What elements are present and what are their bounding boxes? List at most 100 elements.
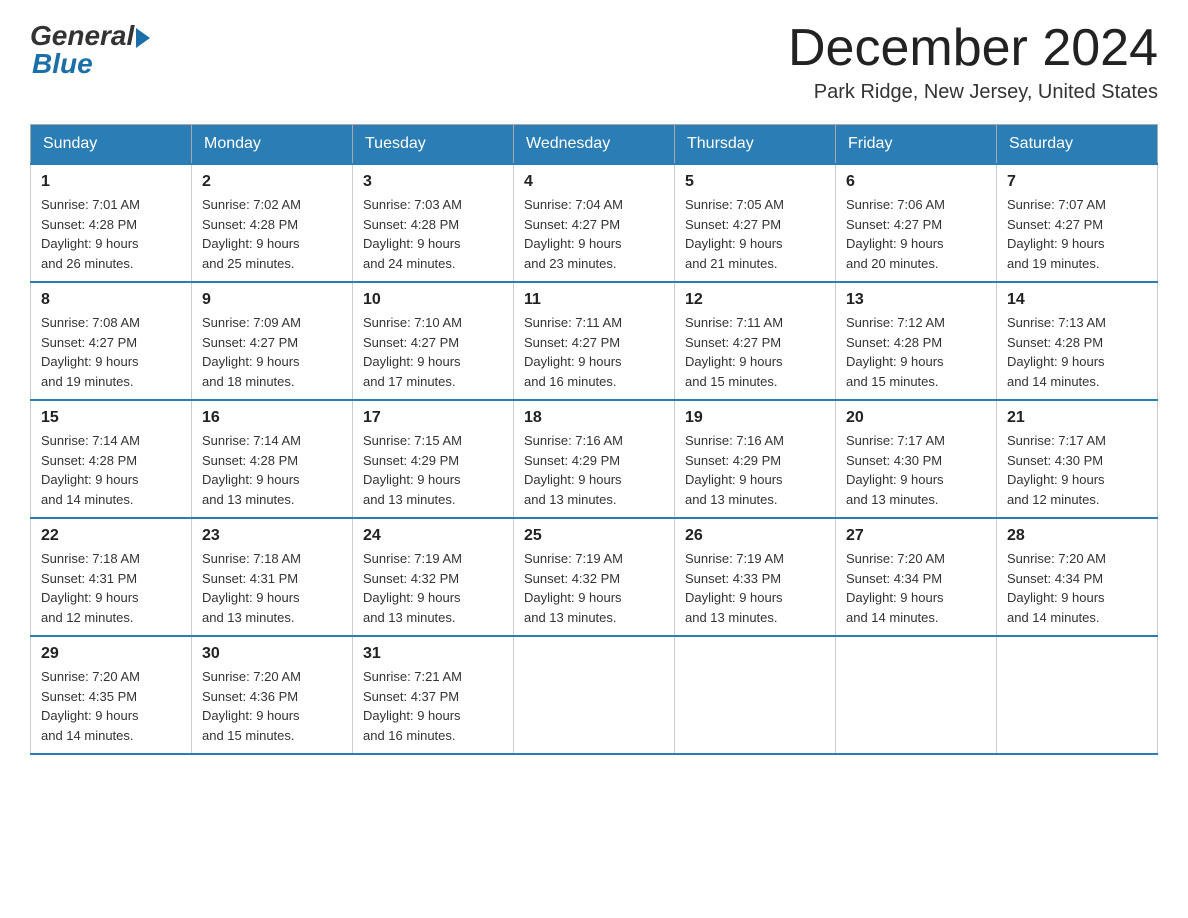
calendar-cell: 29 Sunrise: 7:20 AM Sunset: 4:35 PM Dayl… [31,636,192,754]
day-info: Sunrise: 7:14 AM Sunset: 4:28 PM Dayligh… [41,431,181,509]
day-info: Sunrise: 7:02 AM Sunset: 4:28 PM Dayligh… [202,195,342,273]
day-number: 17 [363,409,503,427]
day-number: 4 [524,173,664,191]
day-info: Sunrise: 7:07 AM Sunset: 4:27 PM Dayligh… [1007,195,1147,273]
day-info: Sunrise: 7:19 AM Sunset: 4:33 PM Dayligh… [685,549,825,627]
calendar-cell: 17 Sunrise: 7:15 AM Sunset: 4:29 PM Dayl… [353,400,514,518]
day-info: Sunrise: 7:14 AM Sunset: 4:28 PM Dayligh… [202,431,342,509]
calendar-cell: 12 Sunrise: 7:11 AM Sunset: 4:27 PM Dayl… [675,282,836,400]
col-header-wednesday: Wednesday [514,125,675,165]
calendar-cell: 26 Sunrise: 7:19 AM Sunset: 4:33 PM Dayl… [675,518,836,636]
day-info: Sunrise: 7:12 AM Sunset: 4:28 PM Dayligh… [846,313,986,391]
day-number: 30 [202,645,342,663]
calendar-cell: 10 Sunrise: 7:10 AM Sunset: 4:27 PM Dayl… [353,282,514,400]
day-info: Sunrise: 7:01 AM Sunset: 4:28 PM Dayligh… [41,195,181,273]
calendar-cell: 14 Sunrise: 7:13 AM Sunset: 4:28 PM Dayl… [997,282,1158,400]
day-number: 6 [846,173,986,191]
day-info: Sunrise: 7:11 AM Sunset: 4:27 PM Dayligh… [685,313,825,391]
day-info: Sunrise: 7:17 AM Sunset: 4:30 PM Dayligh… [1007,431,1147,509]
day-number: 14 [1007,291,1147,309]
day-number: 28 [1007,527,1147,545]
calendar-cell: 2 Sunrise: 7:02 AM Sunset: 4:28 PM Dayli… [192,164,353,282]
day-info: Sunrise: 7:20 AM Sunset: 4:34 PM Dayligh… [1007,549,1147,627]
col-header-thursday: Thursday [675,125,836,165]
day-number: 1 [41,173,181,191]
day-number: 31 [363,645,503,663]
day-info: Sunrise: 7:10 AM Sunset: 4:27 PM Dayligh… [363,313,503,391]
calendar-cell: 7 Sunrise: 7:07 AM Sunset: 4:27 PM Dayli… [997,164,1158,282]
calendar-cell [514,636,675,754]
calendar-cell: 31 Sunrise: 7:21 AM Sunset: 4:37 PM Dayl… [353,636,514,754]
day-number: 24 [363,527,503,545]
calendar-cell: 4 Sunrise: 7:04 AM Sunset: 4:27 PM Dayli… [514,164,675,282]
logo: General Blue [30,20,150,80]
calendar-cell: 23 Sunrise: 7:18 AM Sunset: 4:31 PM Dayl… [192,518,353,636]
day-info: Sunrise: 7:17 AM Sunset: 4:30 PM Dayligh… [846,431,986,509]
day-number: 3 [363,173,503,191]
day-number: 19 [685,409,825,427]
calendar-cell: 25 Sunrise: 7:19 AM Sunset: 4:32 PM Dayl… [514,518,675,636]
calendar-week-4: 22 Sunrise: 7:18 AM Sunset: 4:31 PM Dayl… [31,518,1158,636]
day-info: Sunrise: 7:16 AM Sunset: 4:29 PM Dayligh… [685,431,825,509]
day-number: 25 [524,527,664,545]
calendar-cell: 30 Sunrise: 7:20 AM Sunset: 4:36 PM Dayl… [192,636,353,754]
calendar-cell: 19 Sunrise: 7:16 AM Sunset: 4:29 PM Dayl… [675,400,836,518]
title-block: December 2024 Park Ridge, New Jersey, Un… [788,20,1158,104]
day-info: Sunrise: 7:21 AM Sunset: 4:37 PM Dayligh… [363,667,503,745]
day-info: Sunrise: 7:13 AM Sunset: 4:28 PM Dayligh… [1007,313,1147,391]
day-info: Sunrise: 7:06 AM Sunset: 4:27 PM Dayligh… [846,195,986,273]
calendar-cell: 3 Sunrise: 7:03 AM Sunset: 4:28 PM Dayli… [353,164,514,282]
day-number: 22 [41,527,181,545]
calendar-cell: 20 Sunrise: 7:17 AM Sunset: 4:30 PM Dayl… [836,400,997,518]
day-number: 11 [524,291,664,309]
day-number: 9 [202,291,342,309]
calendar-cell [997,636,1158,754]
calendar-header-row: SundayMondayTuesdayWednesdayThursdayFrid… [31,125,1158,165]
location-text: Park Ridge, New Jersey, United States [788,81,1158,104]
calendar-cell: 24 Sunrise: 7:19 AM Sunset: 4:32 PM Dayl… [353,518,514,636]
day-number: 21 [1007,409,1147,427]
calendar-week-5: 29 Sunrise: 7:20 AM Sunset: 4:35 PM Dayl… [31,636,1158,754]
day-info: Sunrise: 7:09 AM Sunset: 4:27 PM Dayligh… [202,313,342,391]
day-info: Sunrise: 7:03 AM Sunset: 4:28 PM Dayligh… [363,195,503,273]
day-number: 16 [202,409,342,427]
day-number: 12 [685,291,825,309]
col-header-saturday: Saturday [997,125,1158,165]
day-number: 13 [846,291,986,309]
day-number: 8 [41,291,181,309]
day-info: Sunrise: 7:18 AM Sunset: 4:31 PM Dayligh… [41,549,181,627]
day-info: Sunrise: 7:19 AM Sunset: 4:32 PM Dayligh… [524,549,664,627]
day-info: Sunrise: 7:15 AM Sunset: 4:29 PM Dayligh… [363,431,503,509]
day-info: Sunrise: 7:16 AM Sunset: 4:29 PM Dayligh… [524,431,664,509]
page-header: General Blue December 2024 Park Ridge, N… [30,20,1158,104]
calendar-week-1: 1 Sunrise: 7:01 AM Sunset: 4:28 PM Dayli… [31,164,1158,282]
col-header-friday: Friday [836,125,997,165]
day-number: 26 [685,527,825,545]
calendar-table: SundayMondayTuesdayWednesdayThursdayFrid… [30,124,1158,755]
calendar-cell: 9 Sunrise: 7:09 AM Sunset: 4:27 PM Dayli… [192,282,353,400]
col-header-monday: Monday [192,125,353,165]
calendar-week-3: 15 Sunrise: 7:14 AM Sunset: 4:28 PM Dayl… [31,400,1158,518]
calendar-cell: 28 Sunrise: 7:20 AM Sunset: 4:34 PM Dayl… [997,518,1158,636]
calendar-cell: 1 Sunrise: 7:01 AM Sunset: 4:28 PM Dayli… [31,164,192,282]
calendar-week-2: 8 Sunrise: 7:08 AM Sunset: 4:27 PM Dayli… [31,282,1158,400]
calendar-cell [836,636,997,754]
calendar-cell [675,636,836,754]
day-info: Sunrise: 7:11 AM Sunset: 4:27 PM Dayligh… [524,313,664,391]
calendar-cell: 13 Sunrise: 7:12 AM Sunset: 4:28 PM Dayl… [836,282,997,400]
col-header-tuesday: Tuesday [353,125,514,165]
day-info: Sunrise: 7:04 AM Sunset: 4:27 PM Dayligh… [524,195,664,273]
day-number: 18 [524,409,664,427]
day-info: Sunrise: 7:18 AM Sunset: 4:31 PM Dayligh… [202,549,342,627]
day-number: 23 [202,527,342,545]
col-header-sunday: Sunday [31,125,192,165]
day-number: 20 [846,409,986,427]
day-number: 2 [202,173,342,191]
day-info: Sunrise: 7:20 AM Sunset: 4:36 PM Dayligh… [202,667,342,745]
calendar-cell: 21 Sunrise: 7:17 AM Sunset: 4:30 PM Dayl… [997,400,1158,518]
day-number: 5 [685,173,825,191]
logo-arrow-icon [136,28,150,48]
day-info: Sunrise: 7:19 AM Sunset: 4:32 PM Dayligh… [363,549,503,627]
calendar-cell: 18 Sunrise: 7:16 AM Sunset: 4:29 PM Dayl… [514,400,675,518]
calendar-cell: 22 Sunrise: 7:18 AM Sunset: 4:31 PM Dayl… [31,518,192,636]
